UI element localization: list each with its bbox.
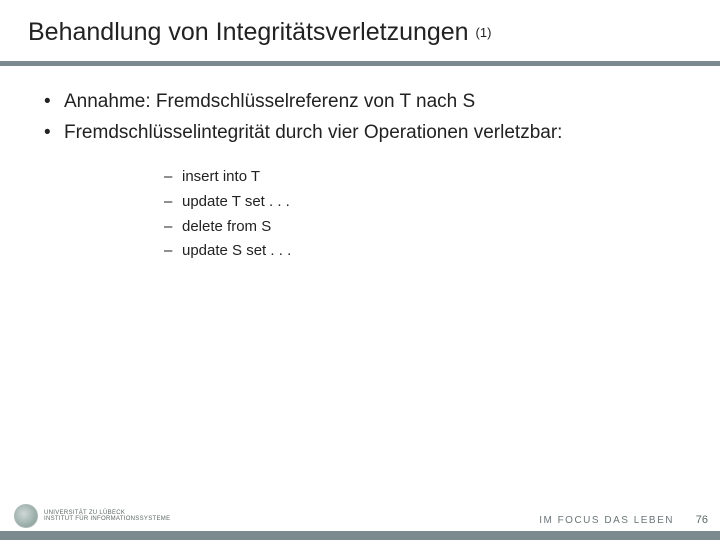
bullet-text: Fremdschlüsselintegrität durch vier Oper… (64, 122, 562, 143)
list-item: update S set . . . (164, 240, 680, 262)
footer: UNIVERSITÄT ZU LÜBECK INSTITUT FÜR INFOR… (0, 506, 720, 540)
slide-title: Behandlung von Integritätsverletzungen (… (28, 18, 700, 47)
sub-bullet-list: insert into T update T set . . . delete … (164, 166, 680, 262)
subbullet-text: insert into T (182, 168, 260, 185)
slide: Behandlung von Integritätsverletzungen (… (0, 0, 720, 540)
list-item: insert into T (164, 166, 680, 188)
bullet-text: Annahme: Fremdschlüsselreferenz von T na… (64, 91, 475, 112)
title-main: Behandlung von Integritätsverletzungen (28, 18, 469, 46)
title-area: Behandlung von Integritätsverletzungen (… (0, 0, 720, 55)
university-text: UNIVERSITÄT ZU LÜBECK INSTITUT FÜR INFOR… (44, 510, 170, 523)
title-sub: (1) (476, 25, 492, 40)
list-item: delete from S (164, 216, 680, 238)
subbullet-text: update S set . . . (182, 242, 291, 259)
footer-bar (0, 531, 720, 540)
subbullet-text: delete from S (182, 218, 271, 235)
seal-icon (14, 504, 38, 528)
list-item: Annahme: Fremdschlüsselreferenz von T na… (44, 88, 680, 116)
bullet-list: Annahme: Fremdschlüsselreferenz von T na… (44, 88, 680, 146)
page-number: 76 (696, 514, 708, 526)
content-area: Annahme: Fremdschlüsselreferenz von T na… (0, 66, 720, 262)
list-item: update T set . . . (164, 191, 680, 213)
motto: IM FOCUS DAS LEBEN (539, 515, 674, 526)
list-item: Fremdschlüsselintegrität durch vier Oper… (44, 119, 680, 147)
uni-line2: INSTITUT FÜR INFORMATIONSSYSTEME (44, 516, 170, 522)
university-logo: UNIVERSITÄT ZU LÜBECK INSTITUT FÜR INFOR… (14, 504, 170, 528)
subbullet-text: update T set . . . (182, 193, 290, 210)
